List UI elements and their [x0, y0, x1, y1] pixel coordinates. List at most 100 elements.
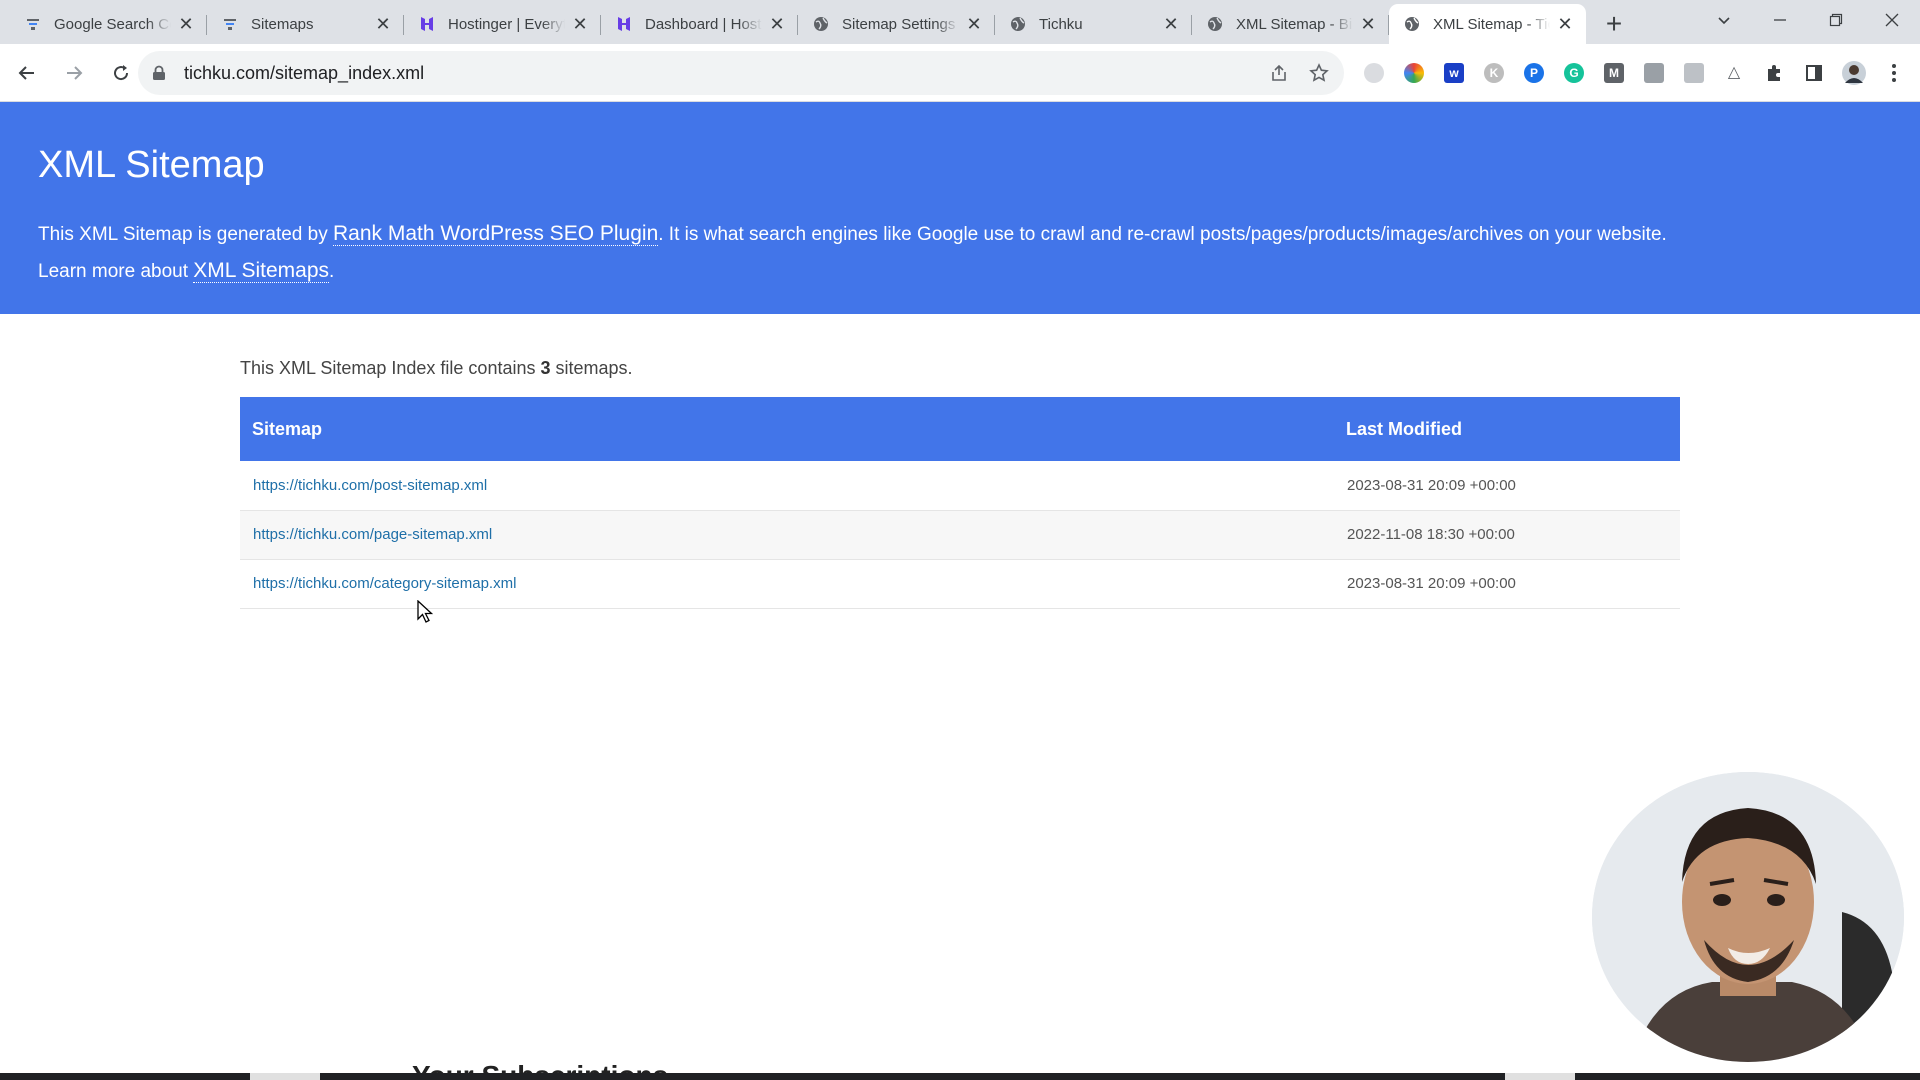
tab-google-search-console[interactable]: Google Search Console ✕: [10, 4, 207, 44]
share-icon[interactable]: [1264, 58, 1294, 88]
description-text: This XML Sitemap is generated by: [38, 224, 333, 245]
sitemap-link[interactable]: https://tichku.com/page-sitemap.xml: [253, 526, 492, 543]
window-controls: [1696, 0, 1920, 40]
sitemap-link[interactable]: https://tichku.com/post-sitemap.xml: [253, 477, 487, 494]
back-button[interactable]: [7, 53, 47, 93]
learn-more-text: .: [329, 261, 335, 282]
globe-icon: [1206, 15, 1224, 33]
browser-toolbar: tichku.com/sitemap_index.xml w K P G M △: [0, 44, 1920, 102]
strip-segment: [250, 1073, 320, 1080]
sitemap-cell: https://tichku.com/category-sitemap.xml: [240, 559, 1334, 609]
keyword-extension-icon[interactable]: K: [1474, 53, 1514, 93]
tab-sitemaps[interactable]: Sitemaps ✕: [207, 4, 404, 44]
puzzle-extensions-icon[interactable]: [1754, 53, 1794, 93]
summary-text: This XML Sitemap Index file contains: [240, 358, 541, 378]
tab-title: XML Sitemap - Bing: [1236, 15, 1353, 33]
grammarly-icon[interactable]: G: [1554, 53, 1594, 93]
back-arrow-icon: [18, 65, 34, 80]
last-modified-cell: 2022-11-08 18:30 +00:00: [1334, 510, 1680, 560]
close-tab-icon[interactable]: ✕: [571, 15, 589, 33]
tab-title: Sitemaps: [251, 15, 314, 33]
forward-arrow-icon: [67, 65, 83, 80]
hostinger-icon: [418, 15, 436, 33]
sitemap-column-header: Sitemap: [252, 418, 323, 439]
search-console-icon: [24, 15, 42, 33]
extension-icon[interactable]: [1354, 53, 1394, 93]
close-tab-icon[interactable]: ✕: [177, 15, 195, 33]
extensions-bar: w K P G M △: [1354, 52, 1914, 94]
page-title: XML Sitemap: [38, 144, 265, 186]
code-extension-icon[interactable]: [1674, 53, 1714, 93]
table-row: https://tichku.com/post-sitemap.xml 2023…: [240, 461, 1680, 511]
tab-tichku[interactable]: Tichku ✕: [995, 4, 1192, 44]
minimize-icon[interactable]: [1752, 0, 1808, 40]
close-tab-icon[interactable]: ✕: [965, 15, 983, 33]
webcam-overlay: [1592, 772, 1904, 1062]
table-row: https://tichku.com/page-sitemap.xml 2022…: [240, 510, 1680, 560]
close-tab-icon[interactable]: ✕: [374, 15, 392, 33]
hostinger-icon: [615, 15, 633, 33]
strip-segment: [1505, 1073, 1575, 1080]
close-tab-icon[interactable]: ✕: [1162, 15, 1180, 33]
mouse-cursor-icon: [417, 600, 433, 623]
description-text: . It is what search engines like Google …: [658, 224, 1667, 245]
sitemap-content: This XML Sitemap Index file contains 3 s…: [240, 358, 1680, 609]
gmail-extension-icon[interactable]: M: [1594, 53, 1634, 93]
bookmark-star-icon[interactable]: [1304, 58, 1334, 88]
sitemap-header: XML Sitemap This XML Sitemap is generate…: [0, 102, 1920, 314]
tab-hostinger[interactable]: Hostinger | Everything ✕: [404, 4, 601, 44]
lock-icon[interactable]: [152, 65, 168, 81]
last-modified-cell: 2023-08-31 20:09 +00:00: [1334, 559, 1680, 609]
sitemap-table: Sitemap Last Modified https://tichku.com…: [240, 397, 1680, 609]
header-description: This XML Sitemap is generated by Rank Ma…: [38, 216, 1882, 290]
close-tab-icon[interactable]: ✕: [768, 15, 786, 33]
globe-icon: [1403, 15, 1421, 33]
side-panel-icon[interactable]: [1794, 53, 1834, 93]
rank-math-link[interactable]: Rank Math WordPress SEO Plugin: [333, 222, 659, 246]
sitemap-cell: https://tichku.com/post-sitemap.xml: [240, 461, 1334, 511]
underlying-window-strip: [0, 1073, 1920, 1080]
last-modified-column-header: Last Modified: [1346, 418, 1462, 439]
menu-kebab-icon[interactable]: [1874, 53, 1914, 93]
drive-extension-icon[interactable]: △: [1714, 53, 1754, 93]
reload-icon: [114, 64, 129, 80]
tab-xml-sitemap-bing[interactable]: XML Sitemap - Bing ✕: [1192, 4, 1389, 44]
learn-more-text: Learn more about: [38, 261, 194, 282]
profile-avatar[interactable]: [1834, 53, 1874, 93]
summary-text: sitemaps.: [550, 358, 633, 378]
sitemap-link[interactable]: https://tichku.com/category-sitemap.xml: [253, 575, 516, 592]
reload-button[interactable]: [101, 53, 141, 93]
tab-title: Hostinger | Everything: [448, 15, 565, 33]
close-tab-icon[interactable]: ✕: [1556, 15, 1574, 33]
tab-title: Tichku: [1039, 15, 1083, 33]
sitemap-count: 3: [540, 358, 551, 378]
color-picker-extension-icon[interactable]: [1394, 53, 1434, 93]
new-tab-button[interactable]: +: [1594, 4, 1634, 44]
close-tab-icon[interactable]: ✕: [1359, 15, 1377, 33]
pen-extension-icon[interactable]: P: [1514, 53, 1554, 93]
presenter-video: [1592, 772, 1904, 1062]
search-console-icon: [221, 15, 239, 33]
last-modified-cell: 2023-08-31 20:09 +00:00: [1334, 461, 1680, 511]
tab-sitemap-settings[interactable]: Sitemap Settings ✕: [798, 4, 995, 44]
tab-search-icon[interactable]: [1696, 0, 1752, 40]
tab-title: Google Search Console: [54, 15, 171, 33]
tab-title: Dashboard | Hostinger: [645, 15, 762, 33]
tag-extension-icon[interactable]: [1634, 53, 1674, 93]
analytics-extension-icon[interactable]: w: [1434, 53, 1474, 93]
tab-title: XML Sitemap - Tichku: [1433, 15, 1550, 33]
address-bar[interactable]: tichku.com/sitemap_index.xml: [138, 51, 1344, 95]
restore-icon[interactable]: [1808, 0, 1864, 40]
tab-strip: Google Search Console ✕ Sitemaps ✕ Hosti…: [0, 0, 1920, 44]
globe-icon: [1009, 15, 1027, 33]
globe-icon: [812, 15, 830, 33]
sitemap-cell: https://tichku.com/page-sitemap.xml: [240, 510, 1334, 560]
close-window-icon[interactable]: [1864, 0, 1920, 40]
table-header-row: Sitemap Last Modified: [240, 397, 1680, 461]
tab-dashboard-hostinger[interactable]: Dashboard | Hostinger ✕: [601, 4, 798, 44]
forward-button[interactable]: [54, 53, 94, 93]
table-row: https://tichku.com/category-sitemap.xml …: [240, 559, 1680, 609]
xml-sitemaps-link[interactable]: XML Sitemaps: [193, 259, 330, 283]
url-text[interactable]: tichku.com/sitemap_index.xml: [184, 63, 424, 84]
tab-xml-sitemap-tichku[interactable]: XML Sitemap - Tichku ✕: [1389, 4, 1586, 44]
